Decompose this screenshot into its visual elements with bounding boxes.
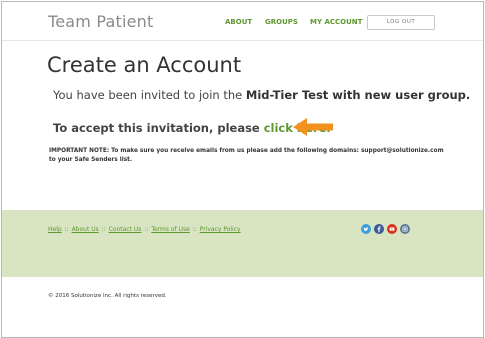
footer-band <box>2 210 483 277</box>
logout-button[interactable]: LOG OUT <box>367 15 435 30</box>
nav-groups[interactable]: GROUPS <box>265 18 298 26</box>
accept-prefix: To accept this invitation, please <box>53 121 264 135</box>
nav-my-account[interactable]: MY ACCOUNT <box>310 18 362 26</box>
footer-separator: :: <box>101 226 106 233</box>
twitter-icon[interactable] <box>361 224 371 234</box>
copyright-notice: © 2016 Solutionize Inc. All rights reser… <box>48 293 167 299</box>
left-arrow-icon <box>293 118 333 136</box>
accept-message: To accept this invitation, please click … <box>53 121 331 135</box>
invite-message: You have been invited to join the Mid-Ti… <box>53 88 470 102</box>
footer-link-about-us[interactable]: About Us <box>72 226 99 233</box>
footer-separator: :: <box>144 226 149 233</box>
instagram-icon[interactable] <box>400 224 410 234</box>
footer-link-help[interactable]: Help <box>48 226 62 233</box>
page-frame: Team Patient ABOUT GROUPS MY ACCOUNT LOG… <box>1 1 484 338</box>
page-title: Create an Account <box>47 53 242 77</box>
site-header: Team Patient ABOUT GROUPS MY ACCOUNT LOG… <box>2 2 483 41</box>
invite-group-name: Mid-Tier Test with new user group. <box>245 88 471 102</box>
footer-link-privacy-policy[interactable]: Privacy Policy <box>200 226 241 233</box>
invite-prefix: You have been invited to join the <box>53 88 246 102</box>
footer-link-contact-us[interactable]: Contact Us <box>109 226 142 233</box>
footer-separator: :: <box>64 226 69 233</box>
youtube-icon[interactable] <box>387 224 397 234</box>
site-logo[interactable]: Team Patient <box>48 12 154 31</box>
important-note: IMPORTANT NOTE: To make sure you receive… <box>49 148 444 163</box>
footer-links: Help :: About Us :: Contact Us :: Terms … <box>48 226 241 233</box>
footer-link-terms-of-use[interactable]: Terms of Use <box>151 226 189 233</box>
facebook-icon[interactable] <box>374 224 384 234</box>
footer-separator: :: <box>192 226 197 233</box>
nav-about[interactable]: ABOUT <box>225 18 252 26</box>
